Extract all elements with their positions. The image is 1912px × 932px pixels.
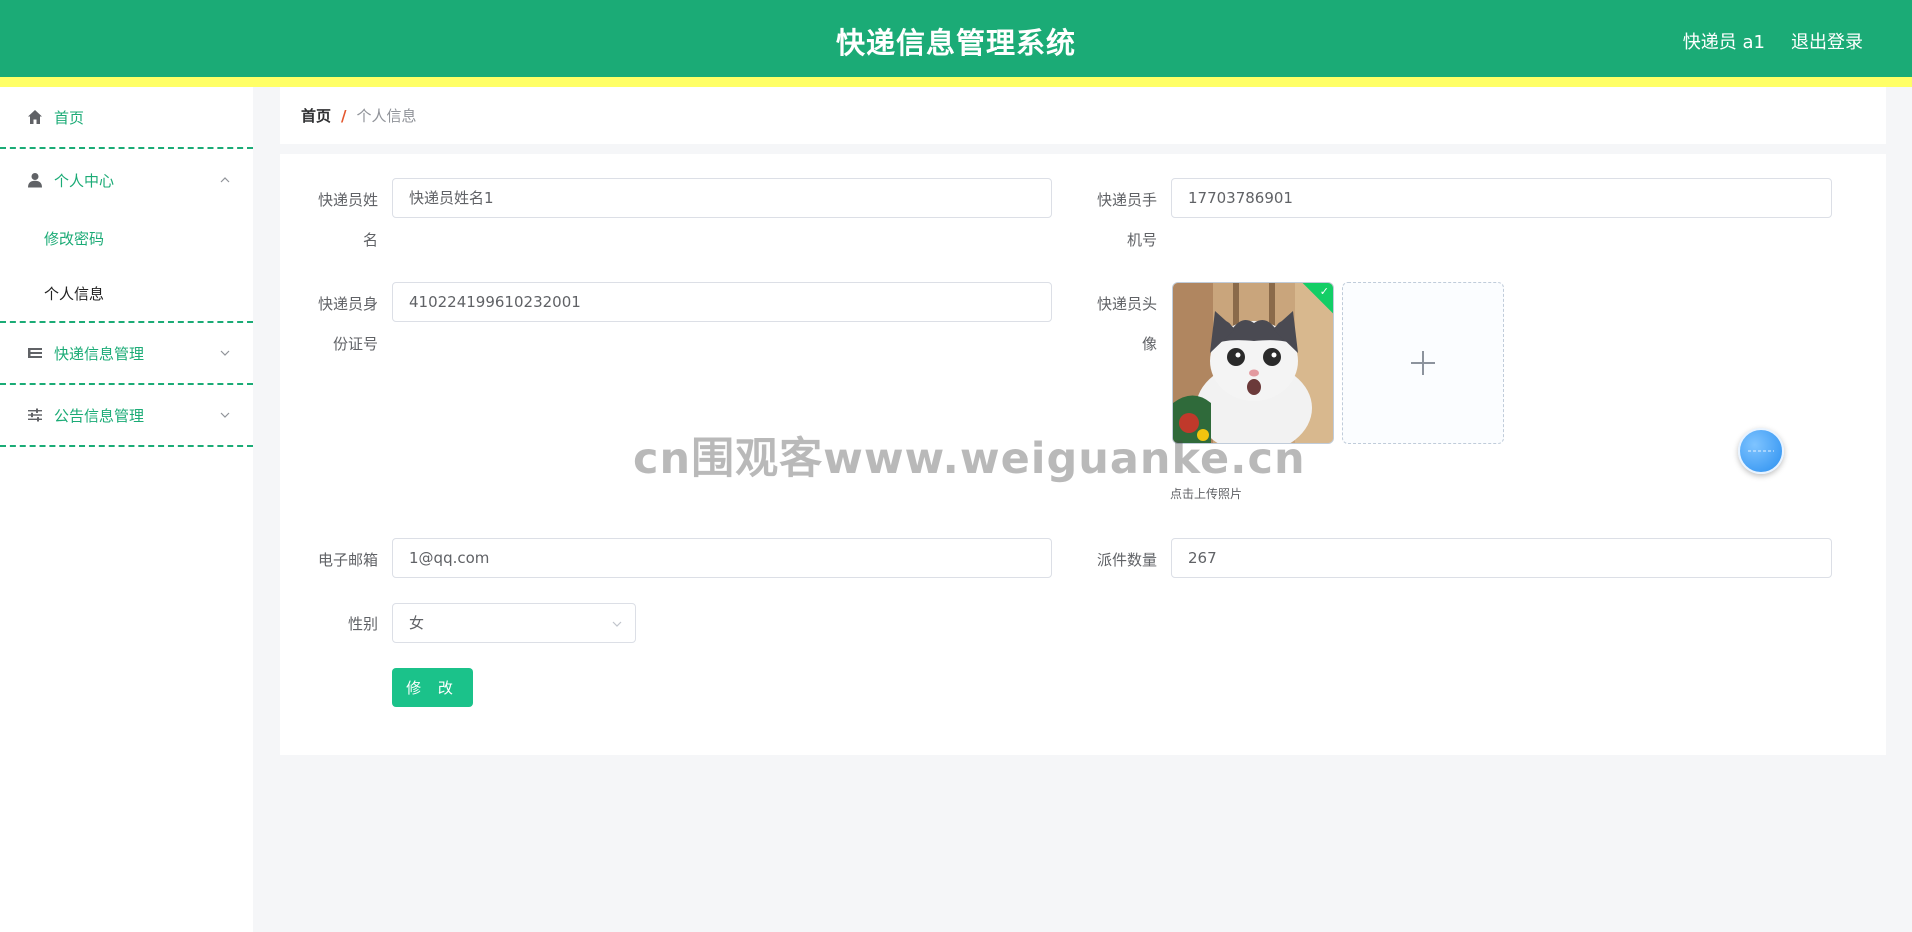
phone-field[interactable]: 17703786901 <box>1171 178 1832 218</box>
top-header: 快递信息管理系统 快递员 a1 退出登录 <box>0 0 1912 77</box>
email-label: 电子邮箱 <box>317 551 378 569</box>
check-icon: ✓ <box>1319 285 1329 298</box>
chevron-down-icon <box>220 350 230 356</box>
sidebar-item-label: 首页 <box>54 108 85 127</box>
delivery-count-label: 派件数量 <box>1096 551 1157 569</box>
sidebar: 首页 个人中心 修改密码 个人信息 快递信息管理 公告信息管理 <box>0 87 253 932</box>
name-label: 快递员姓名 <box>317 191 378 249</box>
breadcrumb-home[interactable]: 首页 <box>301 105 331 126</box>
chevron-down-icon <box>612 621 622 627</box>
name-field[interactable]: 快递员姓名1 <box>392 178 1052 218</box>
phone-label: 快递员手机号 <box>1096 191 1157 249</box>
email-field[interactable]: 1@qq.com <box>392 538 1052 578</box>
sidebar-item-notice-management[interactable]: 公告信息管理 <box>0 385 253 447</box>
delivery-count-field[interactable]: 267 <box>1171 538 1832 578</box>
sidebar-item-change-password[interactable]: 修改密码 <box>0 211 253 266</box>
home-icon <box>26 108 44 126</box>
breadcrumb: 首页 / 个人信息 <box>280 87 1886 144</box>
cat-photo <box>1173 283 1333 443</box>
gender-value: 女 <box>409 614 425 632</box>
sidebar-item-personal-center[interactable]: 个人中心 <box>0 149 253 211</box>
chevron-down-icon <box>220 412 230 418</box>
user-icon <box>26 171 44 189</box>
watermark: cn围观客www.weiguanke.cn <box>633 434 1306 484</box>
upload-tip: 点击上传照片 <box>1170 487 1243 501</box>
personal-center-submenu: 修改密码 个人信息 <box>0 211 253 323</box>
sidebar-item-express-management[interactable]: 快递信息管理 <box>0 323 253 385</box>
upload-button[interactable] <box>1342 282 1504 444</box>
sidebar-item-label: 个人中心 <box>54 171 115 190</box>
current-user: 快递员 a1 <box>1682 32 1765 53</box>
avatar-label: 快递员头像 <box>1096 295 1157 353</box>
breadcrumb-separator: / <box>341 106 347 125</box>
header-accent-strip <box>0 77 1912 87</box>
list-icon <box>26 344 44 362</box>
floating-assistant-button[interactable] <box>1738 428 1784 474</box>
logout-link[interactable]: 退出登录 <box>1791 28 1863 54</box>
sidebar-item-label: 公告信息管理 <box>54 406 145 425</box>
gender-select[interactable]: 女 <box>392 603 636 643</box>
sidebar-item-personal-info[interactable]: 个人信息 <box>0 266 253 321</box>
dots-icon <box>1748 450 1774 452</box>
submit-button[interactable]: 修 改 <box>392 668 473 707</box>
id-number-label: 快递员身份证号 <box>317 295 378 353</box>
plus-icon <box>1411 351 1435 375</box>
avatar-image[interactable]: ✓ <box>1172 282 1334 444</box>
gender-label: 性别 <box>347 615 378 633</box>
sliders-icon <box>26 406 44 424</box>
chevron-up-icon <box>220 177 230 183</box>
sidebar-item-home[interactable]: 首页 <box>0 87 253 149</box>
sidebar-item-label: 快递信息管理 <box>54 344 145 363</box>
id-number-field[interactable]: 410224199610232001 <box>392 282 1052 322</box>
app-title: 快递信息管理系统 <box>835 26 1076 60</box>
breadcrumb-current: 个人信息 <box>356 107 417 125</box>
